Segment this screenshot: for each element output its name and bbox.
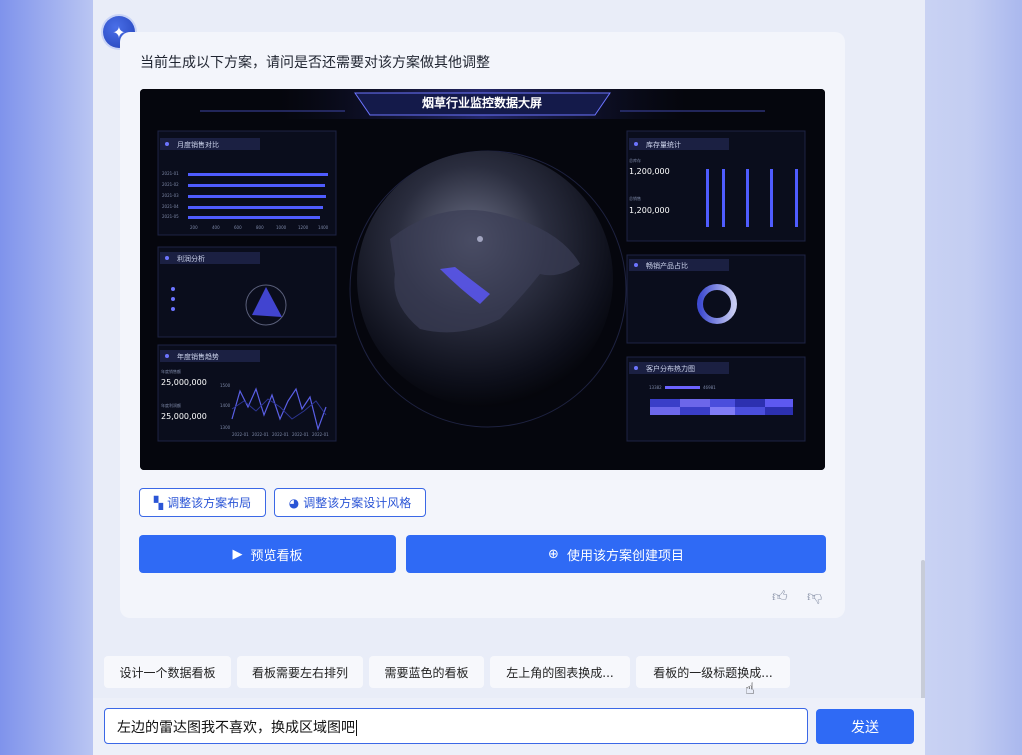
svg-text:46981: 46981 [703,385,716,390]
suggestion-chip[interactable]: 看板的一级标题换成... [636,656,790,688]
svg-text:总库存: 总库存 [629,157,641,163]
text-caret [356,720,357,736]
svg-text:2022-01: 2022-01 [292,432,309,437]
svg-text:1400: 1400 [318,225,329,230]
plus-circle-icon: ⊕ [548,546,559,562]
svg-text:1500: 1500 [220,383,231,388]
svg-text:1000: 1000 [276,225,287,230]
svg-text:畅销产品占比: 畅销产品占比 [646,261,688,270]
svg-text:2021-01: 2021-01 [162,171,179,176]
dashboard-preview-image: 烟草行业监控数据大屏 月度销售对比 2021-01 2021-02 2021-0… [140,89,825,470]
panel-monthly-sales: 月度销售对比 2021-01 2021-02 2021-03 2021-04 2… [157,130,337,236]
svg-text:2021-03: 2021-03 [162,193,179,198]
svg-text:1300: 1300 [220,425,231,430]
scrollbar[interactable] [921,560,925,700]
create-project-button[interactable]: ⊕ 使用该方案创建项目 [406,535,826,573]
panel-inventory: 库存量统计 总库存 1,200,000 总销售 1,200,000 [626,130,806,242]
svg-text:2022-01: 2022-01 [232,432,249,437]
svg-text:800: 800 [256,225,264,230]
svg-text:25,000,000: 25,000,000 [161,378,207,387]
svg-text:1400: 1400 [220,403,231,408]
panel-hot-products: 畅销产品占比 [626,254,806,344]
adjust-style-button[interactable]: ◕ 调整该方案设计风格 [274,488,426,517]
svg-text:200: 200 [190,225,198,230]
svg-text:年度利润额: 年度利润额 [161,402,181,408]
panel-profit-analysis: 利润分析 [157,246,337,338]
suggestion-chip[interactable]: 设计一个数据看板 [104,656,231,688]
svg-text:月度销售对比: 月度销售对比 [177,140,219,149]
panel-heatmap: 客户分布热力图 13382 46981 [626,356,806,442]
svg-text:年度销售趋势: 年度销售趋势 [177,352,219,361]
preview-button[interactable]: ▶ 预览看板 [139,535,396,573]
svg-text:年度销售额: 年度销售额 [161,368,181,374]
suggestion-chip[interactable]: 需要蓝色的看板 [369,656,484,688]
svg-text:400: 400 [212,225,220,230]
svg-text:25,000,000: 25,000,000 [161,412,207,421]
dashboard-preview[interactable]: 烟草行业监控数据大屏 月度销售对比 2021-01 2021-02 2021-0… [140,89,825,470]
suggestion-chip[interactable]: 左上角的图表换成... [490,656,630,688]
svg-text:2022-01: 2022-01 [312,432,329,437]
suggestion-chip[interactable]: 看板需要左右排列 [237,656,363,688]
svg-text:2022-01: 2022-01 [252,432,269,437]
thumbs-up-icon[interactable]: 👍︎ [772,587,788,606]
svg-text:1,200,000: 1,200,000 [629,167,670,176]
svg-text:1,200,000: 1,200,000 [629,206,670,215]
svg-text:总销售: 总销售 [629,195,641,201]
layout-icon: ▚ [153,495,164,510]
adjust-layout-button[interactable]: ▚ 调整该方案布局 [139,488,266,517]
thumbs-down-icon[interactable]: 👎︎ [807,587,822,606]
dashboard-title: 烟草行业监控数据大屏 [422,95,542,110]
svg-text:2021-02: 2021-02 [162,182,179,187]
play-icon: ▶ [232,546,243,562]
assistant-message-text: 当前生成以下方案，请问是否还需要对该方案做其他调整 [140,55,490,71]
hand-cursor-icon: ☝ [745,679,755,698]
svg-text:2021-04: 2021-04 [162,204,179,209]
svg-text:客户分布热力图: 客户分布热力图 [646,364,695,373]
svg-text:2021-05: 2021-05 [162,214,179,219]
svg-text:2022-01: 2022-01 [272,432,289,437]
send-button[interactable]: 发送 [816,709,914,744]
svg-text:600: 600 [234,225,242,230]
svg-text:利润分析: 利润分析 [177,254,205,263]
palette-icon: ◕ [288,495,300,510]
chat-input[interactable]: 左边的雷达图我不喜欢，换成区域图吧 [104,708,808,744]
svg-text:库存量统计: 库存量统计 [646,140,681,149]
panel-annual-trend: 年度销售趋势 年度销售额 25,000,000 年度利润额 25,000,000… [157,344,337,442]
svg-text:1200: 1200 [298,225,309,230]
svg-text:13382: 13382 [649,385,662,390]
